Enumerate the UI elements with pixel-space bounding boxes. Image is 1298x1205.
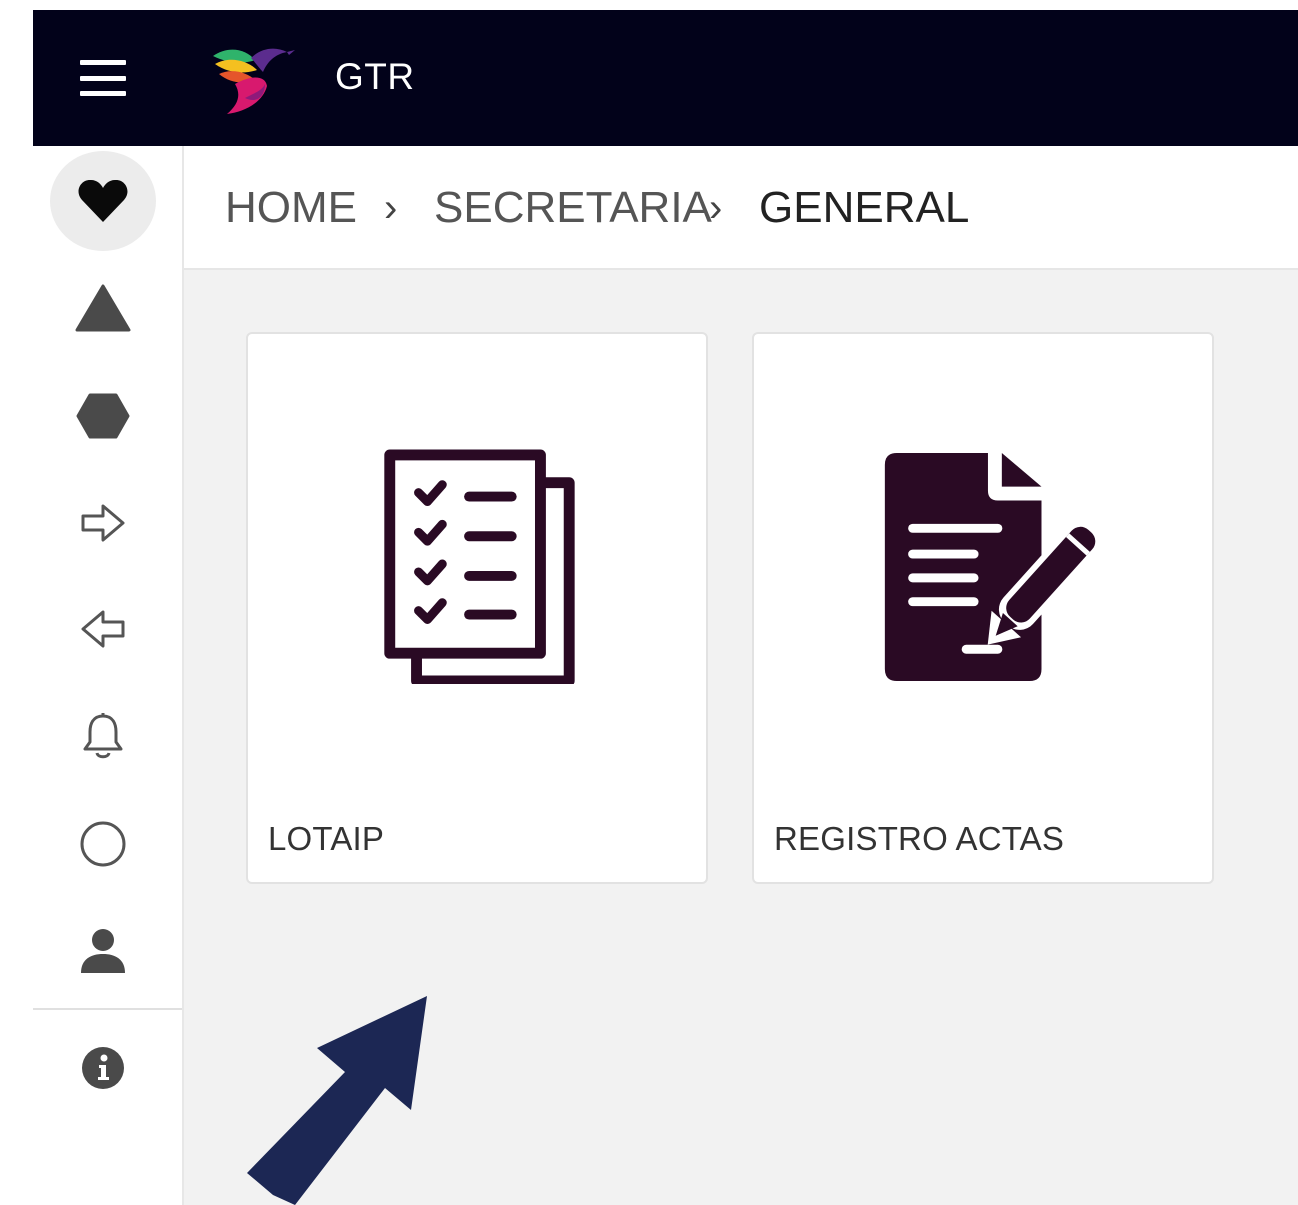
bell-icon [83, 713, 123, 759]
annotation-arrow-icon [247, 996, 427, 1205]
user-icon [81, 929, 125, 973]
top-app-bar: GTR [33, 10, 1298, 146]
sidebar-item-forward[interactable] [50, 473, 156, 573]
sidebar-item-hexagon[interactable] [50, 366, 156, 466]
breadcrumb-current: GENERAL [759, 183, 970, 232]
app-title: GTR [335, 56, 415, 97]
circle-icon [80, 821, 126, 867]
card-lotaip[interactable]: LOTAIP [246, 332, 708, 884]
breadcrumb-secretaria[interactable]: SECRETARIA [434, 182, 712, 234]
checklist-documents-icon [384, 449, 575, 684]
info-icon [82, 1047, 124, 1089]
sidebar-item-favorites[interactable] [50, 151, 156, 251]
hummingbird-logo [213, 48, 295, 114]
sidebar-item-profile[interactable] [50, 901, 156, 1001]
hexagon-icon [76, 393, 130, 439]
sidebar-item-info[interactable] [50, 1018, 156, 1118]
breadcrumb-separator: › [384, 186, 398, 230]
sidebar-item-circle[interactable] [50, 794, 156, 894]
arrow-left-outline-icon [81, 610, 125, 648]
sidebar-item-notifications[interactable] [50, 686, 156, 786]
triangle-icon [75, 284, 131, 332]
arrow-right-outline-icon [81, 504, 125, 542]
breadcrumb-home[interactable]: HOME [225, 182, 357, 234]
hamburger-menu-icon[interactable] [78, 58, 128, 98]
document-signature-icon [884, 452, 1103, 681]
card-label: LOTAIP [268, 820, 385, 857]
heart-icon [78, 179, 128, 222]
breadcrumb: HOME › SECRETARIA › GENERAL [184, 146, 1298, 270]
card-registro-actas[interactable]: REGISTRO ACTAS [752, 332, 1214, 884]
sidebar [33, 146, 184, 1205]
sidebar-item-back[interactable] [50, 579, 156, 679]
card-label: REGISTRO ACTAS [774, 820, 1065, 857]
sidebar-divider [33, 1008, 182, 1010]
breadcrumb-separator: › [709, 186, 723, 230]
sidebar-item-triangle[interactable] [50, 258, 156, 358]
